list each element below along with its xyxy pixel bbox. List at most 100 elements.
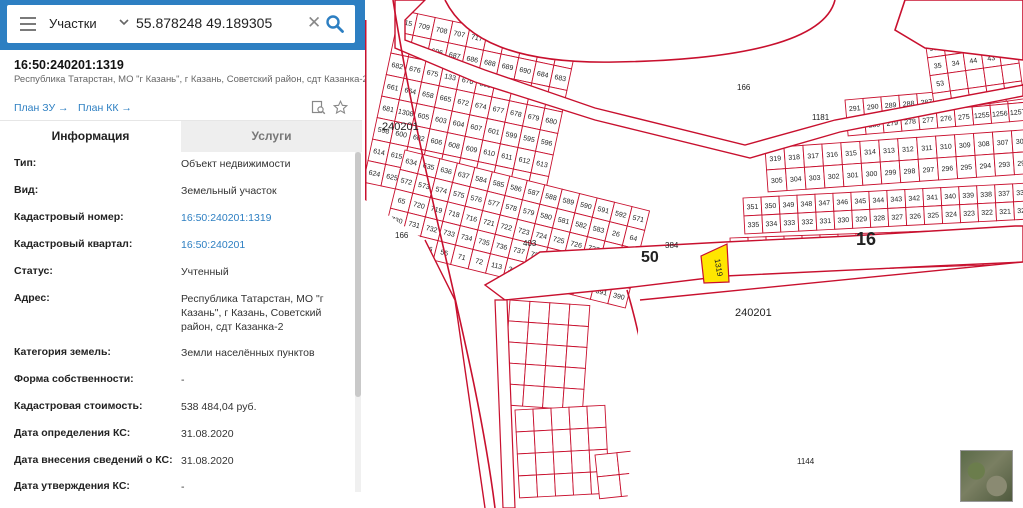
parcel[interactable]	[532, 407, 553, 432]
parcel-label: 323	[963, 210, 975, 218]
parcel[interactable]	[523, 363, 546, 388]
parcel[interactable]	[545, 344, 568, 368]
parcel-label: 296	[941, 165, 953, 173]
parcel-label: 340	[944, 193, 956, 201]
parcel-label: 34	[951, 60, 960, 68]
parcel-label: 322	[981, 209, 993, 217]
parcel[interactable]	[587, 426, 608, 451]
parcel-label: 1255	[974, 112, 990, 120]
info-row-key: Дата определения КС:	[14, 427, 131, 439]
parcel-label: 351	[746, 204, 758, 212]
parcel[interactable]	[571, 471, 592, 496]
parcel[interactable]	[517, 474, 539, 499]
parcel-label: 314	[864, 149, 876, 157]
parcel[interactable]	[596, 474, 622, 500]
parcel-label: 303	[809, 175, 821, 183]
quarter-label: 240201	[735, 307, 772, 319]
parcel[interactable]	[569, 427, 590, 452]
parcel[interactable]	[586, 404, 607, 429]
parcel[interactable]	[547, 302, 571, 326]
parcel[interactable]	[965, 67, 987, 89]
district-label: 50	[641, 249, 659, 266]
search-type-select[interactable]: Участки	[49, 16, 97, 31]
parcel-label: 35	[933, 62, 942, 70]
parcel-label: 329	[855, 216, 867, 224]
parcel-label: 346	[836, 199, 848, 207]
parcel[interactable]	[553, 472, 575, 497]
parcel[interactable]	[528, 300, 551, 325]
parcel-label: 295	[960, 164, 972, 172]
parcel-label: 343	[890, 196, 902, 204]
parcel[interactable]	[550, 406, 571, 431]
parcel-label: 166	[737, 83, 751, 92]
parcel-label: 1144	[797, 457, 815, 466]
info-row-value[interactable]: 16:50:240201:1319	[181, 211, 341, 225]
parcel[interactable]	[516, 452, 537, 477]
plan-kk-link[interactable]: План КК →	[78, 102, 132, 114]
panel-scrollbar[interactable]	[355, 152, 361, 492]
parcel[interactable]	[568, 405, 589, 430]
parcel-title: 16:50:240201:1319	[14, 58, 124, 72]
info-panel: Участки 55.878248 49.189305 ✕ 16:50:2402…	[0, 0, 365, 508]
parcel[interactable]	[564, 345, 588, 369]
tab-bar: Информация Услуги	[0, 120, 362, 152]
parcel[interactable]	[515, 430, 536, 455]
parcel[interactable]	[543, 365, 566, 389]
parcel-label: 337	[998, 191, 1010, 199]
search-icon[interactable]	[325, 14, 345, 34]
satellite-minimap[interactable]	[960, 450, 1013, 502]
close-icon[interactable]: ✕	[307, 14, 321, 31]
info-row-value[interactable]: 16:50:240201	[181, 238, 341, 252]
parcel-label: 311	[921, 145, 933, 153]
parcel-label: 344	[872, 197, 884, 205]
tab-services[interactable]: Услуги	[181, 121, 362, 152]
parcel[interactable]	[570, 449, 591, 474]
district-label: 16	[856, 229, 876, 249]
search-input[interactable]: 55.878248 49.189305	[136, 15, 272, 31]
parcel[interactable]	[535, 473, 557, 498]
parcel[interactable]	[567, 303, 591, 328]
parcel[interactable]	[542, 386, 565, 410]
parcel-label: 403	[523, 239, 537, 248]
map-canvas[interactable]: 7157097087077177017027036976996946956966…	[365, 0, 1023, 508]
star-icon[interactable]	[333, 100, 348, 115]
parcel[interactable]	[525, 342, 548, 367]
parcel-label: 277	[922, 117, 934, 125]
parcel[interactable]	[522, 384, 545, 409]
parcel[interactable]	[514, 408, 535, 433]
parcel[interactable]	[563, 366, 586, 390]
info-row-value: Учтенный	[181, 266, 229, 278]
parcel-label: 306	[1016, 138, 1023, 146]
info-row-value: Республика Татарстан, МО "г Казань", г К…	[181, 293, 324, 333]
parcel[interactable]	[534, 451, 555, 476]
chevron-down-icon[interactable]	[118, 16, 130, 28]
parcel[interactable]	[551, 428, 572, 453]
parcel-label: 310	[940, 143, 952, 151]
parcel[interactable]	[552, 450, 573, 475]
parcel-label: 341	[926, 194, 938, 202]
tab-information[interactable]: Информация	[0, 121, 181, 152]
parcel[interactable]	[508, 299, 531, 323]
parcel[interactable]	[594, 452, 620, 478]
hamburger-menu-icon[interactable]	[20, 17, 36, 31]
parcel-label: 330	[837, 217, 849, 225]
parcel[interactable]	[526, 321, 549, 346]
document-search-icon[interactable]	[311, 100, 326, 115]
parcel[interactable]	[506, 320, 529, 344]
parcel-label: 307	[997, 139, 1009, 147]
plan-zu-link[interactable]: План ЗУ →	[14, 102, 69, 114]
parcel-label: 300	[866, 171, 878, 179]
parcel[interactable]	[947, 70, 969, 92]
info-row-key: Дата утверждения КС:	[14, 480, 130, 492]
parcel[interactable]	[566, 324, 589, 348]
parcel[interactable]	[546, 323, 569, 347]
cadastral-map[interactable]: 7157097087077177017027036976996946956966…	[365, 0, 1023, 508]
info-row-key: Дата внесения сведений о КС:	[14, 454, 173, 466]
info-row-key: Кадастровая стоимость:	[14, 400, 143, 412]
parcel[interactable]	[533, 429, 554, 454]
parcel-label: 294	[979, 163, 991, 171]
parcel[interactable]	[1000, 62, 1023, 84]
parcel[interactable]	[982, 65, 1005, 87]
parcel-label: 333	[783, 220, 795, 228]
parcel-label: 349	[782, 202, 794, 210]
